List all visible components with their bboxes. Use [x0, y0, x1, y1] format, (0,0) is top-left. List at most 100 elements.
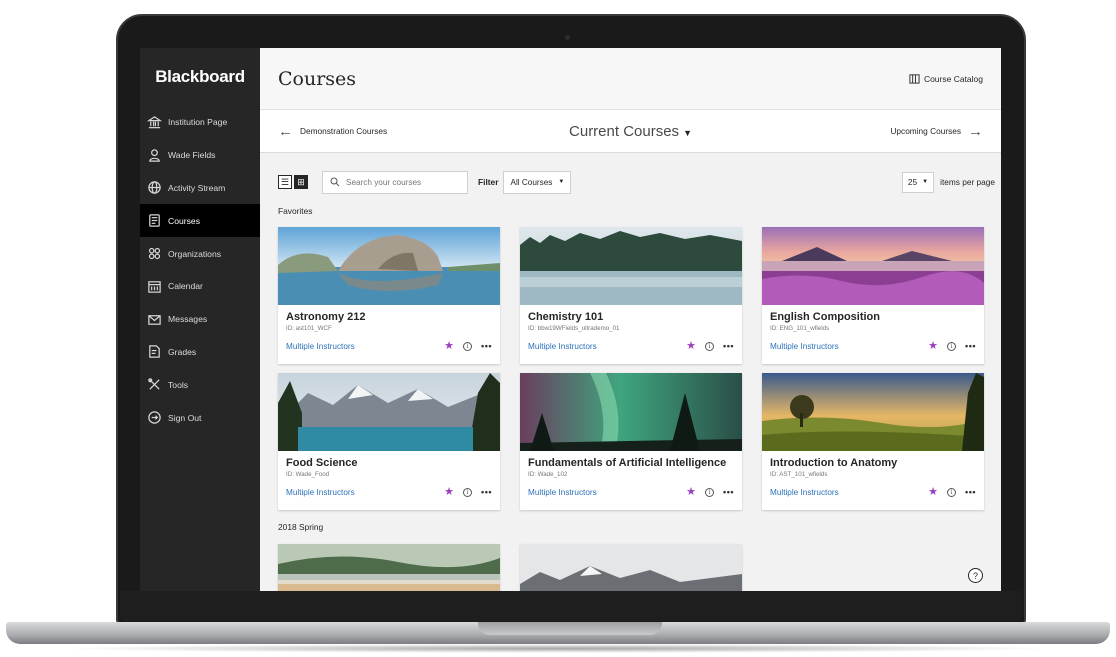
- filter-label: Filter: [478, 177, 499, 187]
- course-title: Introduction to Anatomy: [770, 457, 898, 469]
- sidebar-item-courses[interactable]: Courses: [140, 204, 260, 238]
- sidebar-item-grades[interactable]: Grades: [140, 336, 260, 369]
- course-image: [278, 544, 500, 591]
- page-header: Courses Course Catalog: [260, 48, 1001, 110]
- info-icon[interactable]: i: [705, 488, 715, 497]
- sidebar-item-label: Tools: [168, 379, 189, 390]
- sidebar-item-profile[interactable]: Wade Fields: [140, 139, 260, 172]
- favorite-star-icon[interactable]: ★: [686, 487, 696, 498]
- brand-logo[interactable]: Blackboard: [140, 48, 260, 106]
- course-card[interactable]: Introduction to Anatomy ID: AST_101_wfie…: [762, 373, 984, 510]
- favorite-star-icon[interactable]: ★: [444, 487, 454, 498]
- instructors-link[interactable]: Multiple Instructors: [770, 488, 928, 497]
- more-options-icon[interactable]: •••: [481, 488, 492, 497]
- tools-icon: [146, 377, 162, 393]
- course-search: [322, 170, 468, 194]
- spring-2018-heading: 2018 Spring: [278, 522, 324, 532]
- more-options-icon[interactable]: •••: [723, 488, 734, 497]
- info-icon[interactable]: i: [463, 488, 473, 497]
- more-options-icon[interactable]: •••: [965, 488, 976, 497]
- next-term-link[interactable]: Upcoming Courses →: [890, 124, 983, 139]
- sidebar-item-label: Grades: [168, 346, 197, 357]
- more-options-icon[interactable]: •••: [723, 342, 734, 351]
- previous-term-link[interactable]: ← Demonstration Courses: [278, 124, 387, 139]
- favorite-star-icon[interactable]: ★: [686, 341, 696, 352]
- info-icon[interactable]: i: [705, 342, 715, 351]
- search-icon: [330, 177, 340, 187]
- calendar-icon: [146, 278, 162, 294]
- sidebar-item-calendar[interactable]: Calendar: [140, 270, 260, 303]
- course-id: ID: AST_101_wfields: [770, 471, 828, 478]
- course-id: ID: Wade_Food: [286, 471, 330, 478]
- info-icon[interactable]: i: [947, 342, 957, 351]
- camera-dot: [565, 35, 570, 40]
- sidebar-item-label: Wade Fields: [168, 150, 216, 161]
- course-toolbar: ☰ ⊞ Filter All Courses ▼ 25 ▼ items per …: [278, 170, 995, 194]
- course-id: ID: bbw19WFields_ultrademo_01: [528, 325, 620, 332]
- help-button[interactable]: ?: [968, 568, 983, 583]
- course-card[interactable]: [278, 544, 500, 591]
- laptop-notch: [478, 622, 662, 635]
- sidebar-item-institution-page[interactable]: Institution Page: [140, 106, 260, 139]
- info-icon[interactable]: i: [463, 342, 473, 351]
- course-card[interactable]: Food Science ID: Wade_Food Multiple Inst…: [278, 373, 500, 510]
- course-image: [278, 373, 500, 451]
- main-content: Courses Course Catalog ← Demonstration C…: [260, 48, 1001, 591]
- sidebar-item-messages[interactable]: Messages: [140, 303, 260, 336]
- sidebar-item-organizations[interactable]: Organizations: [140, 237, 260, 270]
- search-input[interactable]: [346, 177, 456, 187]
- favorite-star-icon[interactable]: ★: [928, 487, 938, 498]
- course-id: ID: Wade_102: [528, 471, 568, 478]
- per-page-dropdown[interactable]: 25 ▼: [901, 171, 935, 193]
- per-page-value: 25: [907, 177, 918, 187]
- filter-dropdown[interactable]: All Courses ▼: [503, 170, 572, 194]
- catalog-link-label: Course Catalog: [923, 73, 983, 84]
- favorite-star-icon[interactable]: ★: [928, 341, 938, 352]
- institution-icon: [146, 114, 162, 130]
- course-image: [278, 227, 500, 305]
- sidebar-item-label: Organizations: [168, 248, 222, 259]
- instructors-link[interactable]: Multiple Instructors: [770, 342, 928, 351]
- info-icon[interactable]: i: [947, 488, 957, 497]
- instructors-link[interactable]: Multiple Instructors: [528, 342, 686, 351]
- favorite-star-icon[interactable]: ★: [444, 341, 454, 352]
- sidebar-item-label: Courses: [168, 215, 200, 226]
- instructors-link[interactable]: Multiple Instructors: [286, 342, 444, 351]
- current-term-dropdown[interactable]: Current Courses ▼: [569, 123, 692, 140]
- term-navigation: ← Demonstration Courses Current Courses ▼…: [260, 110, 1001, 153]
- course-catalog-link[interactable]: Course Catalog: [909, 73, 983, 84]
- more-options-icon[interactable]: •••: [481, 342, 492, 351]
- catalog-icon: [909, 74, 920, 84]
- more-options-icon[interactable]: •••: [965, 342, 976, 351]
- filter-value: All Courses: [510, 177, 553, 187]
- favorites-heading: Favorites: [278, 206, 313, 216]
- course-image: [520, 544, 742, 591]
- instructors-link[interactable]: Multiple Instructors: [286, 488, 444, 497]
- course-card[interactable]: Chemistry 101 ID: bbw19WFields_ultrademo…: [520, 227, 742, 364]
- caret-down-icon: ▼: [922, 179, 929, 185]
- laptop-shadow: [60, 644, 1056, 653]
- sidebar-item-sign-out[interactable]: Sign Out: [140, 401, 260, 434]
- sidebar-item-tools[interactable]: Tools: [140, 368, 260, 401]
- list-view-button[interactable]: ☰: [278, 175, 292, 189]
- grades-icon: [146, 344, 162, 360]
- sidebar-item-activity-stream[interactable]: Activity Stream: [140, 172, 260, 205]
- previous-term-label: Demonstration Courses: [300, 126, 388, 136]
- course-image: [520, 373, 742, 451]
- sidebar: Blackboard Institution Page Wade Fields …: [140, 48, 260, 591]
- instructors-link[interactable]: Multiple Instructors: [528, 488, 686, 497]
- sidebar-item-label: Institution Page: [168, 117, 228, 128]
- sidebar-item-label: Calendar: [168, 281, 203, 292]
- course-card[interactable]: English Composition ID: ENG_101_wfields …: [762, 227, 984, 364]
- envelope-icon: [146, 311, 162, 327]
- course-card[interactable]: Fundamentals of Artificial Intelligence …: [520, 373, 742, 510]
- sidebar-item-label: Activity Stream: [168, 182, 226, 193]
- course-title: Chemistry 101: [528, 311, 604, 323]
- user-icon: [146, 147, 162, 163]
- grid-view-button[interactable]: ⊞: [294, 175, 308, 189]
- sidebar-item-label: Sign Out: [168, 412, 202, 423]
- caret-down-icon: ▼: [558, 179, 565, 185]
- course-card[interactable]: [520, 544, 742, 591]
- course-id: ID: ast101_WCF: [286, 325, 332, 332]
- course-card[interactable]: Astronomy 212 ID: ast101_WCF Multiple In…: [278, 227, 500, 364]
